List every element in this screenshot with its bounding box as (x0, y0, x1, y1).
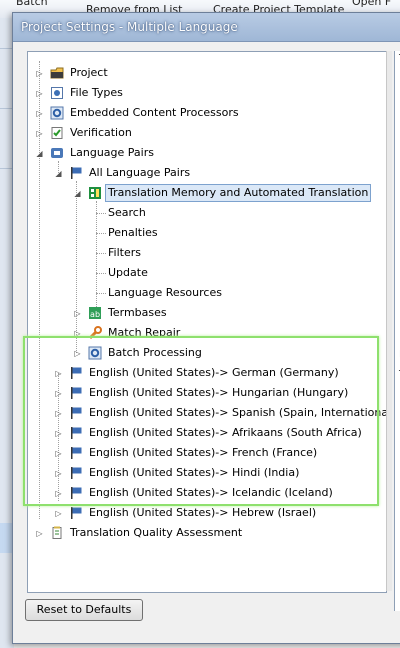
tree-item-update[interactable]: Update (28, 264, 386, 282)
tree-item-label: Translation Memory and Automated Transla… (105, 184, 372, 202)
tree-item-label: Translation Quality Assessment (70, 526, 243, 539)
bg-batch-label: Batch (16, 0, 48, 8)
dialog-titlebar[interactable]: Project Settings - Multiple Language (13, 13, 400, 42)
folder-icon (50, 66, 64, 80)
tree-item-language-resources[interactable]: Language Resources (28, 284, 386, 302)
tree-item-file-types[interactable]: ▷ File Types (28, 84, 386, 102)
translation-memory-icon (88, 186, 102, 200)
file-types-icon (50, 86, 64, 100)
bg-open-item[interactable]: Open F (352, 0, 391, 8)
collapse-arrow-icon[interactable]: ◢ (35, 149, 44, 158)
tree-item-label: Project (70, 66, 108, 79)
tree-item-embedded-content[interactable]: ▷ Embedded Content Processors (28, 104, 386, 122)
flag-icon (69, 506, 83, 520)
tree-item-penalties[interactable]: Penalties (28, 224, 386, 242)
expand-arrow-icon[interactable]: ▷ (35, 529, 44, 538)
tree-item-all-language-pairs[interactable]: ◢ All Language Pairs (28, 164, 386, 182)
tree-item-filters[interactable]: Filters (28, 244, 386, 262)
highlight-annotation (23, 336, 379, 506)
project-settings-dialog: Project Settings - Multiple Language ▷ P… (12, 12, 400, 644)
tree-item-termbases[interactable]: ▷ ab Termbases (28, 304, 386, 322)
dialog-title: Project Settings - Multiple Language (21, 20, 238, 34)
expand-arrow-icon[interactable]: ▷ (35, 89, 44, 98)
reset-to-defaults-button[interactable]: Reset to Defaults (25, 599, 143, 621)
tree-item-label: Termbases (108, 306, 167, 319)
collapse-arrow-icon[interactable]: ◢ (73, 189, 82, 198)
tree-item-label: File Types (70, 86, 123, 99)
tree-item-verification[interactable]: ▷ Verification (28, 124, 386, 142)
expand-arrow-icon[interactable]: ▷ (35, 69, 44, 78)
quality-assessment-icon (50, 526, 64, 540)
termbase-icon: ab (88, 306, 102, 320)
gear-icon (50, 106, 64, 120)
expand-arrow-icon[interactable]: ▷ (35, 129, 44, 138)
settings-tree[interactable]: ▷ Project ▷ File Types ▷ Embedded Conten… (27, 51, 387, 593)
tree-item-search[interactable]: Search (28, 204, 386, 222)
tree-item-project[interactable]: ▷ Project (28, 64, 386, 82)
flag-icon (69, 166, 83, 180)
tree-item-tm-automated-translation[interactable]: ◢ Translation Memory and Automated Trans… (28, 184, 386, 202)
tree-item-label: English (United States)-> Hebrew (Israel… (89, 506, 317, 519)
tree-item-label: Update (108, 266, 148, 279)
expand-arrow-icon[interactable]: ▷ (35, 109, 44, 118)
tree-item-translation-quality-assessment[interactable]: ▷ Translation Quality Assessment (28, 524, 386, 542)
tree-item-label: Filters (108, 246, 141, 259)
expand-arrow-icon[interactable]: ▷ (54, 509, 63, 518)
tree-item-language-pairs[interactable]: ◢ Language Pairs (28, 144, 386, 162)
settings-content-panel: T L T (394, 51, 400, 611)
tree-item-label: Penalties (108, 226, 158, 239)
svg-text:b: b (95, 310, 100, 319)
expand-arrow-icon[interactable]: ▷ (73, 309, 82, 318)
checklist-icon (50, 126, 64, 140)
tree-item-label: All Language Pairs (89, 166, 191, 179)
tree-item-label: Embedded Content Processors (70, 106, 239, 119)
language-pairs-icon (50, 146, 64, 160)
tree-item-label: Search (108, 206, 146, 219)
tree-item-label: Language Pairs (70, 146, 154, 159)
tree-item-language-pair[interactable]: ▷ English (United States)-> Hebrew (Isra… (28, 504, 386, 522)
collapse-arrow-icon[interactable]: ◢ (54, 169, 63, 178)
tree-scrollbar[interactable] (386, 51, 392, 591)
tree-item-label: Language Resources (108, 286, 222, 299)
tree-item-label: Verification (70, 126, 132, 139)
